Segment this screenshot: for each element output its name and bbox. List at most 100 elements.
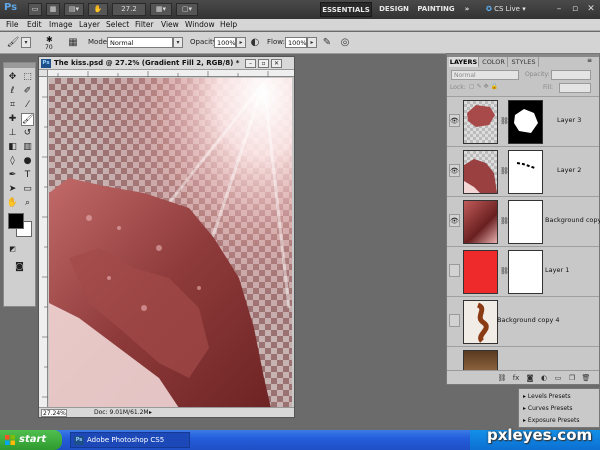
minibridge-button[interactable]: ▦ xyxy=(46,3,60,16)
default-colors-icon[interactable]: ◩ xyxy=(6,243,19,256)
document-maximize-button[interactable]: ▫ xyxy=(258,59,269,68)
flow-slider-button[interactable]: ▸ xyxy=(307,37,317,48)
layer-mask-thumbnail[interactable] xyxy=(508,100,543,144)
brush-preset-picker[interactable]: ✱ 70 xyxy=(40,35,64,52)
delete-layer-icon[interactable]: 🗑 xyxy=(581,373,591,383)
layer-style-icon[interactable]: fx xyxy=(511,373,521,383)
pressure-opacity-icon[interactable]: ◐ xyxy=(248,36,262,50)
menu-window[interactable]: Window xyxy=(185,19,215,31)
menu-select[interactable]: Select xyxy=(106,19,129,31)
hand-tool-button[interactable]: ✋ xyxy=(88,3,108,16)
hand-tool-icon[interactable]: ✋ xyxy=(6,197,19,210)
new-group-icon[interactable]: ▭ xyxy=(553,373,563,383)
airbrush-icon[interactable]: ✎ xyxy=(320,36,334,50)
workspace-essentials[interactable]: ESSENTIALS xyxy=(320,2,372,17)
blend-mode-dropdown[interactable]: Normal xyxy=(451,70,519,80)
layer-thumbnail[interactable] xyxy=(463,200,498,244)
horizontal-ruler[interactable] xyxy=(48,70,294,77)
dodge-tool-icon[interactable]: ● xyxy=(21,155,34,168)
eye-icon[interactable]: 👁 xyxy=(449,214,460,227)
ruler-origin[interactable] xyxy=(39,70,48,77)
layer-name[interactable]: Layer 3 xyxy=(557,116,581,124)
pressure-size-icon[interactable]: ◎ xyxy=(338,36,352,50)
brush-tool-preset-icon[interactable]: 🖌 xyxy=(6,36,20,50)
quick-select-tool-icon[interactable]: ✐ xyxy=(21,85,34,98)
link-icon[interactable]: ⛓ xyxy=(500,216,509,226)
layer-name[interactable]: Layer 1 xyxy=(545,266,569,274)
taskbar-photoshop-button[interactable]: Ps Adobe Photoshop CS5 xyxy=(70,432,190,448)
preset-curves[interactable]: ▸ Curves Presets xyxy=(523,403,573,415)
minimize-button[interactable]: – xyxy=(552,3,566,15)
visibility-toggle-empty[interactable] xyxy=(449,264,460,277)
cs-live-button[interactable]: ✪ CS Live ▾ xyxy=(486,3,546,16)
brush-panel-icon[interactable]: ▦ xyxy=(66,36,80,50)
bridge-button[interactable]: ▭ xyxy=(28,3,42,16)
document-canvas[interactable] xyxy=(49,78,292,408)
layer-mask-thumbnail[interactable] xyxy=(508,200,543,244)
pen-tool-icon[interactable]: ✒ xyxy=(6,169,19,182)
layer-name[interactable]: Background copy 4 xyxy=(497,316,560,324)
layer-thumbnail[interactable] xyxy=(463,150,498,194)
workspace-painting[interactable]: PAINTING xyxy=(416,2,456,17)
gradient-tool-icon[interactable]: ▥ xyxy=(21,141,34,154)
layer-thumbnail[interactable] xyxy=(463,100,498,144)
move-tool-icon[interactable]: ✥ xyxy=(6,71,19,84)
layer-name[interactable]: Background copy xyxy=(545,216,600,224)
layer-name[interactable]: Layer 2 xyxy=(557,166,581,174)
maximize-button[interactable]: ▫ xyxy=(568,3,582,15)
layer-mask-thumbnail[interactable] xyxy=(508,150,543,194)
zoom-level-dropdown[interactable]: 27.2 xyxy=(112,3,146,16)
status-menu-arrow[interactable]: ▸ xyxy=(149,409,152,416)
new-layer-icon[interactable]: ❐ xyxy=(567,373,577,383)
menu-layer[interactable]: Layer xyxy=(79,19,100,31)
link-layers-icon[interactable]: ⛓ xyxy=(497,373,507,383)
menu-image[interactable]: Image xyxy=(49,19,73,31)
add-mask-icon[interactable]: ◙ xyxy=(525,373,535,383)
link-icon[interactable]: ⛓ xyxy=(500,166,509,176)
path-selection-tool-icon[interactable]: ➤ xyxy=(6,183,19,196)
opacity-slider-button[interactable]: ▸ xyxy=(236,37,246,48)
document-size-info[interactable]: Doc: 9.01M/61.2M xyxy=(94,409,149,416)
layer-opacity-field[interactable] xyxy=(551,70,591,80)
panel-menu-icon[interactable]: ≡ xyxy=(587,57,592,64)
opacity-field[interactable]: 100% xyxy=(214,37,236,48)
fill-field[interactable] xyxy=(559,83,591,93)
menu-view[interactable]: View xyxy=(161,19,179,31)
clone-stamp-tool-icon[interactable]: ⊥ xyxy=(6,127,19,140)
document-zoom-field[interactable]: 27.24% xyxy=(41,409,67,417)
type-tool-icon[interactable]: T xyxy=(21,169,34,182)
eye-icon[interactable]: 👁 xyxy=(449,114,460,127)
mode-dropdown[interactable]: Normal xyxy=(107,37,173,48)
history-brush-tool-icon[interactable]: ↺ xyxy=(21,127,34,140)
layer-row[interactable]: ⛓ Layer 1 xyxy=(447,246,599,296)
layer-row[interactable]: 👁 ⛓ Layer 2 xyxy=(447,146,599,196)
menu-edit[interactable]: Edit xyxy=(27,19,42,31)
foreground-color-swatch[interactable] xyxy=(8,213,24,229)
eye-icon[interactable]: 👁 xyxy=(449,164,460,177)
workspace-design[interactable]: DESIGN xyxy=(377,2,411,17)
tab-styles[interactable]: STYLES xyxy=(509,57,539,67)
tool-preset-dropdown[interactable]: ▾ xyxy=(21,37,31,48)
adjustment-layer-icon[interactable]: ◐ xyxy=(539,373,549,383)
link-icon[interactable]: ⛓ xyxy=(500,266,509,276)
layer-row[interactable]: 👁 ⛓ Layer 3 xyxy=(447,96,599,146)
vertical-ruler[interactable] xyxy=(39,77,48,407)
brush-tool-icon[interactable]: 🖌 xyxy=(21,113,34,126)
menu-filter[interactable]: Filter xyxy=(135,19,154,31)
tab-color[interactable]: COLOR xyxy=(480,57,508,67)
eraser-tool-icon[interactable]: ◧ xyxy=(6,141,19,154)
screen-mode-button[interactable]: ▢▾ xyxy=(176,3,198,16)
arrange-documents-button[interactable]: ▦▾ xyxy=(150,3,172,16)
healing-brush-tool-icon[interactable]: ✚ xyxy=(6,113,19,126)
visibility-toggle-empty[interactable] xyxy=(449,314,460,327)
menu-file[interactable]: File xyxy=(6,19,19,31)
start-button[interactable]: start xyxy=(0,430,62,450)
layer-row[interactable] xyxy=(447,346,599,370)
crop-tool-icon[interactable]: ⌗ xyxy=(6,99,19,112)
lasso-tool-icon[interactable]: ℓ xyxy=(6,85,19,98)
layer-row[interactable]: 👁 ⛓ Background copy xyxy=(447,196,600,246)
layer-row[interactable]: Background copy 4 xyxy=(447,296,599,346)
eyedropper-tool-icon[interactable]: ⁄ xyxy=(21,99,34,112)
blur-tool-icon[interactable]: ◊ xyxy=(6,155,19,168)
quick-mask-icon[interactable]: ◙ xyxy=(13,261,26,274)
